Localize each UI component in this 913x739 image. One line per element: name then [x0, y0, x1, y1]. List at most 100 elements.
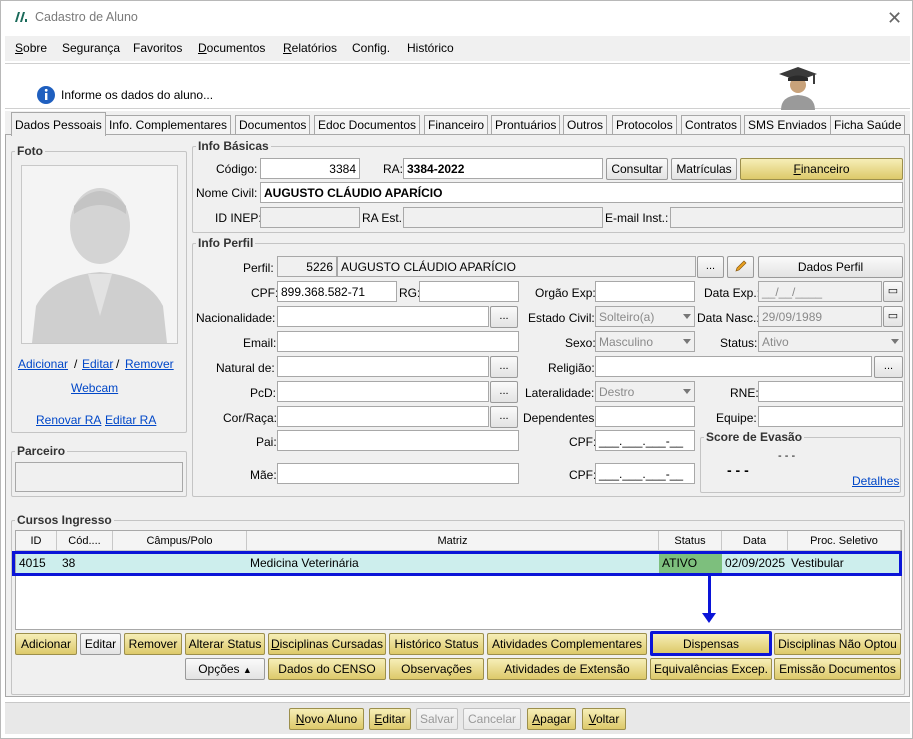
- nacionalidade-field[interactable]: [277, 306, 489, 327]
- matriculas-button[interactable]: Matrículas: [671, 158, 737, 180]
- rne-label: RNE:: [730, 386, 759, 400]
- tab-contratos[interactable]: Contratos: [681, 115, 742, 135]
- disciplinas-cursadas-button[interactable]: Disciplinas Cursadas: [268, 633, 386, 655]
- calendar-icon[interactable]: ▭: [883, 281, 903, 302]
- atividades-extensao-button[interactable]: Atividades de Extensão: [487, 658, 647, 680]
- column-header-id[interactable]: ID: [16, 531, 57, 551]
- rne-field[interactable]: [758, 381, 903, 402]
- edit-perfil-button[interactable]: [727, 256, 754, 278]
- mae-field[interactable]: [277, 463, 519, 484]
- tab-outros[interactable]: Outros: [563, 115, 608, 135]
- tab-ficha-saude[interactable]: Ficha Saúde: [830, 115, 906, 135]
- natural-field[interactable]: [277, 356, 489, 377]
- data-exp-field[interactable]: __/__/____: [758, 281, 882, 302]
- ra-est-field[interactable]: [403, 207, 603, 228]
- info-basicas-group: Info Básicas Código: 3384 RA: 3384-2022 …: [192, 139, 905, 233]
- rg-field[interactable]: [419, 281, 519, 302]
- editar-ra-link[interactable]: Editar RA: [105, 413, 156, 427]
- emissao-documentos-button[interactable]: Emissão Documentos: [774, 658, 901, 680]
- webcam-link[interactable]: Webcam: [71, 381, 118, 395]
- menu-sobre[interactable]: Sobre: [15, 41, 47, 55]
- tab-prontuarios[interactable]: Prontuários: [491, 115, 561, 135]
- estado-civil-select[interactable]: Solteiro(a): [595, 306, 695, 327]
- adicionar-curso-button[interactable]: Adicionar: [15, 633, 77, 655]
- editar-curso-button[interactable]: Editar: [80, 633, 121, 655]
- remover-foto-link[interactable]: Remover: [125, 357, 174, 371]
- lateralidade-select[interactable]: Destro: [595, 381, 695, 402]
- tab-info-complementares[interactable]: Info. Complementares: [105, 115, 232, 135]
- apagar-button[interactable]: Apagar: [527, 708, 576, 730]
- voltar-button[interactable]: Voltar: [582, 708, 626, 730]
- pai-field[interactable]: [277, 430, 519, 451]
- natural-search-button[interactable]: ...: [490, 356, 518, 378]
- orgao-exp-field[interactable]: [595, 281, 695, 302]
- tab-documentos[interactable]: Documentos: [235, 115, 311, 135]
- perfil-code-field[interactable]: 5226: [277, 256, 337, 277]
- menu-documentos[interactable]: Documentos: [198, 41, 265, 55]
- cor-raca-field[interactable]: [277, 406, 489, 427]
- historico-status-button[interactable]: Histórico Status: [389, 633, 484, 655]
- adicionar-foto-link[interactable]: Adicionar: [18, 357, 68, 371]
- tab-edoc-documentos[interactable]: Edoc Documentos: [314, 115, 421, 135]
- financeiro-button[interactable]: Financeiro: [740, 158, 903, 180]
- salvar-button[interactable]: Salvar: [416, 708, 458, 730]
- email-field[interactable]: [277, 331, 519, 352]
- renovar-ra-link[interactable]: Renovar RA: [36, 413, 101, 427]
- consultar-button[interactable]: Consultar: [606, 158, 668, 180]
- tab-protocolos[interactable]: Protocolos: [612, 115, 677, 135]
- status-select[interactable]: Ativo: [758, 331, 903, 352]
- equipe-field[interactable]: [758, 406, 903, 427]
- tab-financeiro[interactable]: Financeiro: [424, 115, 489, 135]
- dados-perfil-button[interactable]: Dados Perfil: [758, 256, 903, 278]
- nome-civil-field[interactable]: AUGUSTO CLÁUDIO APARÍCIO: [260, 182, 903, 203]
- editar-foto-link[interactable]: Editar: [82, 357, 113, 371]
- opcoes-button[interactable]: Opções ▲: [185, 658, 265, 680]
- column-header-matriz[interactable]: Matriz: [247, 531, 659, 551]
- column-header-status[interactable]: Status: [659, 531, 722, 551]
- menu-historico[interactable]: Histórico: [407, 41, 454, 55]
- disciplinas-nao-optou-button[interactable]: Disciplinas Não Optou: [774, 633, 901, 655]
- nacionalidade-search-button[interactable]: ...: [490, 306, 518, 328]
- detalhes-link[interactable]: Detalhes: [852, 474, 899, 488]
- menu-config[interactable]: Config.: [352, 41, 390, 55]
- atividades-complementares-button[interactable]: Atividades Complementares: [487, 633, 647, 655]
- tab-dados-pessoais[interactable]: Dados Pessoais: [11, 112, 106, 136]
- perfil-search-button[interactable]: ...: [697, 256, 724, 278]
- pcd-field[interactable]: [277, 381, 489, 402]
- cpf-pai-field[interactable]: ___.___.___-__: [595, 430, 695, 451]
- cpf-field[interactable]: 899.368.582-71: [277, 281, 397, 302]
- id-inep-field[interactable]: [260, 207, 360, 228]
- remover-curso-button[interactable]: Remover: [124, 633, 182, 655]
- column-header-proc-seletivo[interactable]: Proc. Seletivo: [788, 531, 901, 551]
- perfil-name-field[interactable]: AUGUSTO CLÁUDIO APARÍCIO: [337, 256, 696, 277]
- menu-relatorios[interactable]: Relatórios: [283, 41, 337, 55]
- alterar-status-button[interactable]: Alterar Status: [185, 633, 265, 655]
- parceiro-field[interactable]: [15, 462, 183, 492]
- calendar-icon[interactable]: ▭: [883, 306, 903, 327]
- novo-aluno-button[interactable]: Novo Aluno: [289, 708, 364, 730]
- email-inst-field[interactable]: [670, 207, 903, 228]
- menu-favoritos[interactable]: Favoritos: [133, 41, 182, 55]
- equivalencias-excep-button[interactable]: Equivalências Excep.: [650, 658, 772, 680]
- pcd-search-button[interactable]: ...: [490, 381, 518, 403]
- tab-sms-enviados[interactable]: SMS Enviados: [744, 115, 831, 135]
- sexo-select[interactable]: Masculino: [595, 331, 695, 352]
- column-header-campus[interactable]: Câmpus/Polo: [113, 531, 247, 551]
- column-header-cod[interactable]: Cód....: [57, 531, 113, 551]
- cor-raca-search-button[interactable]: ...: [490, 406, 518, 428]
- dependentes-field[interactable]: [595, 406, 695, 427]
- religiao-search-button[interactable]: ...: [874, 356, 903, 378]
- dados-censo-button[interactable]: Dados do CENSO: [268, 658, 386, 680]
- data-nasc-field[interactable]: 29/09/1989: [758, 306, 882, 327]
- religiao-field[interactable]: [595, 356, 872, 377]
- cancelar-button[interactable]: Cancelar: [463, 708, 521, 730]
- cpf-mae-field[interactable]: ___.___.___-__: [595, 463, 695, 484]
- observacoes-button[interactable]: Observações: [389, 658, 484, 680]
- editar-button[interactable]: Editar: [369, 708, 411, 730]
- close-icon[interactable]: ✕: [887, 8, 902, 29]
- codigo-field[interactable]: 3384: [260, 158, 360, 179]
- menu-seguranca[interactable]: Segurança: [62, 41, 120, 55]
- ra-field[interactable]: 3384-2022: [403, 158, 603, 179]
- dispensas-button[interactable]: Dispensas: [650, 631, 772, 656]
- column-header-data[interactable]: Data: [722, 531, 788, 551]
